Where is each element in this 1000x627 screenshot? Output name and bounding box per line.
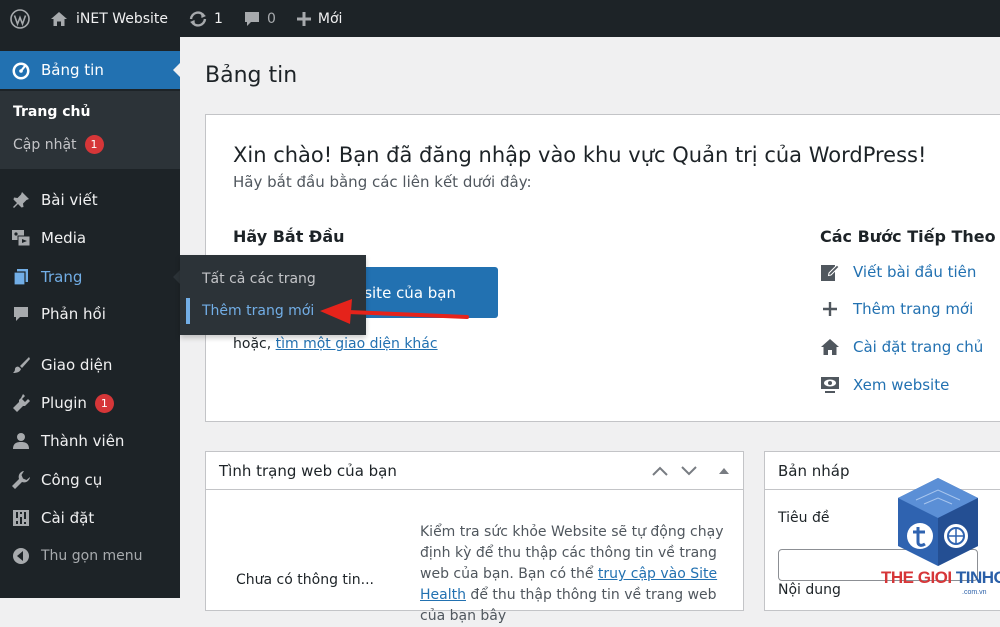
next-step-add-page-label: Thêm trang mới	[853, 300, 974, 318]
menu-tools-label: Công cụ	[41, 471, 103, 489]
next-step-add-page[interactable]: Thêm trang mới	[820, 299, 973, 319]
menu-settings[interactable]: Cài đặt	[0, 499, 180, 537]
site-health-widget: Tình trạng web của bạn Chưa có thông tin…	[205, 451, 744, 624]
or-text: hoặc,	[233, 336, 276, 352]
menu-comments-label: Phản hồi	[41, 305, 106, 323]
wordpress-logo-icon	[10, 8, 30, 29]
plugins-badge: 1	[94, 393, 114, 413]
menu-plugins-label: Plugin	[41, 394, 87, 412]
comments-link[interactable]: 0	[233, 0, 286, 37]
admin-sidebar: Bảng tin Trang chủ Cập nhật 1 Bài viết M…	[0, 37, 181, 598]
menu-pages-label: Trang	[41, 268, 83, 286]
updates-badge: 1	[84, 135, 104, 154]
next-step-setup-homepage-label: Cài đặt trang chủ	[853, 338, 984, 356]
refresh-icon	[188, 10, 208, 28]
watermark-brand-2: TINHOC	[955, 568, 1000, 587]
menu-pages[interactable]: Trang	[0, 258, 181, 296]
get-started-heading: Hãy Bắt Đầu	[233, 227, 345, 246]
comment-icon	[10, 303, 32, 325]
view-icon	[820, 375, 840, 395]
menu-tools[interactable]: Công cụ	[0, 461, 180, 499]
pages-icon	[10, 266, 32, 288]
collapse-menu-button[interactable]: Thu gọn menu	[0, 537, 180, 575]
watermark-brand-1: THE GIOI	[881, 568, 952, 587]
comment-icon	[243, 10, 261, 28]
draft-title-label: Tiêu đề	[778, 510, 830, 526]
next-step-setup-homepage[interactable]: Cài đặt trang chủ	[820, 337, 983, 357]
alternate-theme-line: hoặc, tìm một giao diện khác	[233, 336, 438, 352]
chevron-up-icon[interactable]	[651, 462, 669, 480]
find-theme-link[interactable]: tìm một giao diện khác	[276, 336, 438, 352]
menu-dashboard[interactable]: Bảng tin	[0, 51, 181, 89]
menu-appearance-label: Giao diện	[41, 356, 113, 374]
menu-media-label: Media	[41, 229, 87, 247]
menu-dashboard-label: Bảng tin	[41, 61, 104, 79]
page-title: Bảng tin	[205, 63, 298, 88]
menu-media[interactable]: Media	[0, 219, 180, 257]
admin-bar: iNET Website 1 0 Mới	[0, 0, 1000, 37]
comments-count: 0	[266, 10, 276, 27]
menu-appearance[interactable]: Giao diện	[0, 346, 180, 384]
welcome-heading: Xin chào! Bạn đã đăng nhập vào khu vực Q…	[233, 143, 927, 167]
media-icon	[10, 227, 32, 249]
settings-icon	[10, 507, 32, 529]
wrench-icon	[10, 469, 32, 491]
pin-icon	[10, 189, 32, 211]
dashboard-icon	[10, 59, 32, 81]
submenu-updates[interactable]: Cập nhật 1	[13, 135, 104, 154]
menu-comments[interactable]: Phản hồi	[0, 295, 180, 333]
next-step-view-site[interactable]: Xem website	[820, 375, 949, 395]
wordpress-logo-button[interactable]	[0, 0, 40, 37]
plus-icon	[820, 299, 840, 319]
chevron-down-icon[interactable]	[680, 462, 698, 480]
updates-link[interactable]: 1	[178, 0, 233, 37]
submenu-home[interactable]: Trang chủ	[13, 104, 90, 120]
site-health-description: Kiểm tra sức khỏe Website sẽ tự động chạ…	[420, 522, 730, 627]
brush-icon	[10, 354, 32, 376]
menu-posts[interactable]: Bài viết	[0, 181, 180, 219]
new-content-link[interactable]: Mới	[286, 0, 353, 37]
welcome-subheading: Hãy bắt đầu bằng các liên kết dưới đây:	[233, 173, 532, 191]
flyout-all-pages[interactable]: Tất cả các trang	[180, 264, 366, 294]
edit-icon	[820, 262, 840, 282]
menu-plugins[interactable]: Plugin 1	[0, 384, 180, 422]
dashboard-submenu: Trang chủ Cập nhật 1	[0, 91, 180, 169]
quick-draft-title: Bản nháp	[778, 461, 850, 480]
home-icon	[50, 11, 68, 27]
site-name: iNET Website	[76, 10, 169, 27]
pages-flyout-menu: Tất cả các trang Thêm trang mới	[180, 255, 366, 335]
site-health-title: Tình trạng web của bạn	[219, 461, 397, 480]
updates-count: 1	[214, 10, 223, 27]
menu-users-label: Thành viên	[41, 432, 125, 450]
flyout-add-new-page[interactable]: Thêm trang mới	[180, 296, 366, 326]
plus-icon	[296, 11, 312, 27]
plugin-icon	[10, 392, 32, 414]
submenu-updates-label: Cập nhật	[13, 136, 77, 153]
watermark-brand: THE GIOI TINHOC	[881, 568, 1000, 588]
menu-users[interactable]: Thành viên	[0, 422, 180, 460]
next-step-write-post[interactable]: Viết bài đầu tiên	[820, 262, 976, 282]
next-step-view-site-label: Xem website	[853, 376, 950, 394]
user-icon	[10, 430, 32, 452]
collapse-menu-label: Thu gọn menu	[41, 548, 143, 564]
menu-posts-label: Bài viết	[41, 191, 98, 209]
toggle-panel-icon[interactable]	[715, 462, 733, 480]
collapse-icon	[10, 545, 32, 567]
next-steps-heading: Các Bước Tiếp Theo	[820, 227, 996, 246]
home-icon	[820, 337, 840, 357]
next-step-write-post-label: Viết bài đầu tiên	[853, 263, 977, 281]
site-health-status: Chưa có thông tin...	[236, 572, 375, 588]
watermark-domain: .com.vn	[962, 589, 987, 596]
site-name-link[interactable]: iNET Website	[40, 0, 178, 37]
new-label: Mới	[317, 10, 343, 27]
draft-content-label: Nội dung	[778, 582, 841, 598]
menu-settings-label: Cài đặt	[41, 509, 95, 527]
